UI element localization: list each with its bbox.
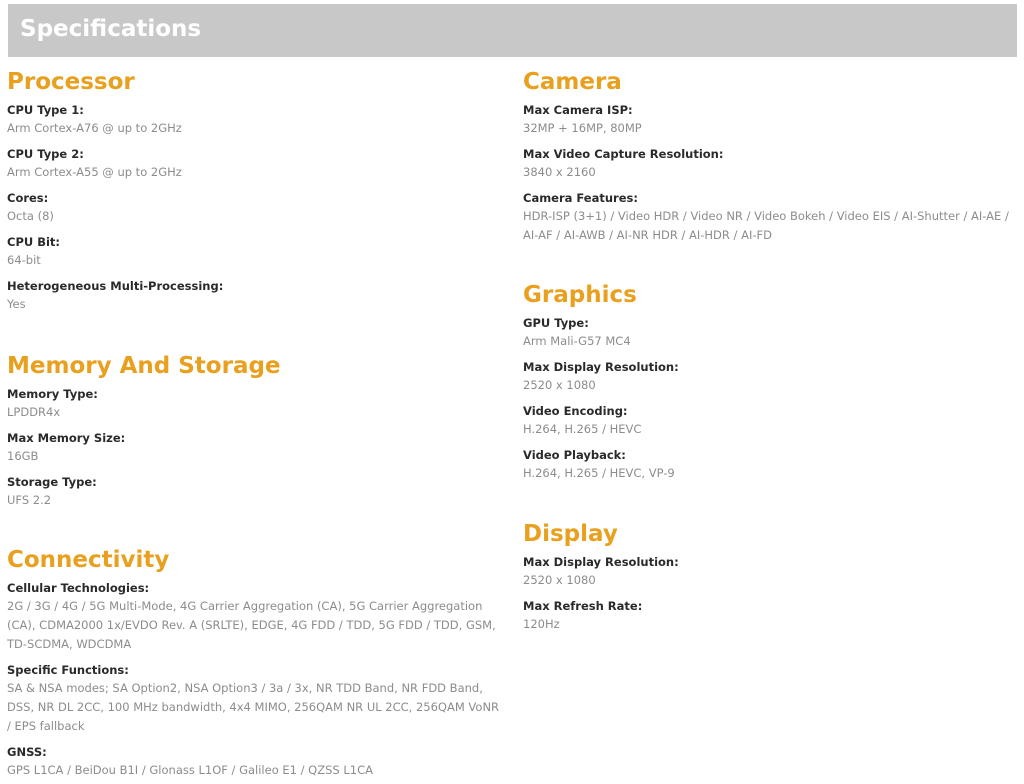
spec-item: Video Playback: H.264, H.265 / HEVC, VP-… — [523, 446, 1013, 483]
spec-value: Arm Cortex-A55 @ up to 2GHz — [7, 165, 182, 179]
spec-value: Yes — [7, 297, 26, 311]
processor-section: Processor CPU Type 1: Arm Cortex-A76 @ u… — [7, 67, 502, 314]
spec-label: Video Playback: — [523, 448, 626, 462]
spec-item: CPU Bit: 64-bit — [7, 233, 502, 270]
spec-label: Max Memory Size: — [7, 431, 126, 445]
spec-value: 2520 x 1080 — [523, 378, 596, 392]
spec-value: HDR-ISP (3+1) / Video HDR / Video NR / V… — [523, 209, 1009, 242]
spec-value: 64-bit — [7, 253, 41, 267]
spec-label: Memory Type: — [7, 387, 98, 401]
spec-label: Max Refresh Rate: — [523, 599, 643, 613]
section-title-processor: Processor — [7, 69, 135, 95]
spec-value: LPDDR4x — [7, 405, 61, 419]
spec-item: Max Camera ISP: 32MP + 16MP, 80MP — [523, 101, 1013, 138]
spec-label: Camera Features: — [523, 191, 638, 205]
spec-item: GPU Type: Arm Mali-G57 MC4 — [523, 314, 1013, 351]
spec-label: CPU Bit: — [7, 235, 61, 249]
spec-value: Arm Mali-G57 MC4 — [523, 334, 631, 348]
specifications-header-bar: Specifications — [8, 4, 1017, 57]
spec-item: Max Refresh Rate: 120Hz — [523, 597, 1013, 634]
spec-label: Max Video Capture Resolution: — [523, 147, 724, 161]
spec-item: GNSS: GPS L1CA / BeiDou B1I / Glonass L1… — [7, 743, 502, 780]
spec-value: Octa (8) — [7, 209, 54, 223]
spec-value: Arm Cortex-A76 @ up to 2GHz — [7, 121, 182, 135]
spec-value: 3840 x 2160 — [523, 165, 596, 179]
spec-label: Max Display Resolution: — [523, 360, 679, 374]
display-spec-list: Max Display Resolution: 2520 x 1080 Max … — [523, 553, 1013, 634]
spec-item: Cores: Octa (8) — [7, 189, 502, 226]
spec-value: 2520 x 1080 — [523, 573, 596, 587]
camera-section: Camera Max Camera ISP: 32MP + 16MP, 80MP… — [523, 67, 1013, 245]
section-title-display: Display — [523, 521, 618, 547]
memory-section: Memory And Storage Memory Type: LPDDR4x … — [7, 351, 502, 510]
spec-item: Storage Type: UFS 2.2 — [7, 473, 502, 510]
spec-item: Camera Features: HDR-ISP (3+1) / Video H… — [523, 189, 1013, 245]
spec-label: Max Display Resolution: — [523, 555, 679, 569]
connectivity-section: Connectivity Cellular Technologies: 2G /… — [7, 545, 502, 780]
spec-value: H.264, H.265 / HEVC — [523, 422, 642, 436]
spec-value: UFS 2.2 — [7, 493, 52, 507]
spec-item: Max Video Capture Resolution: 3840 x 216… — [523, 145, 1013, 182]
spec-item: CPU Type 2: Arm Cortex-A55 @ up to 2GHz — [7, 145, 502, 182]
spec-label: Specific Functions: — [7, 663, 129, 677]
spec-label: Storage Type: — [7, 475, 97, 489]
spec-label: CPU Type 1: — [7, 103, 84, 117]
spec-item: Max Memory Size: 16GB — [7, 429, 502, 466]
spec-item: Max Display Resolution: 2520 x 1080 — [523, 553, 1013, 590]
spec-item: Specific Functions: SA & NSA modes; SA O… — [7, 661, 502, 736]
spec-item: Max Display Resolution: 2520 x 1080 — [523, 358, 1013, 395]
spec-label: Cellular Technologies: — [7, 581, 150, 595]
spec-item: CPU Type 1: Arm Cortex-A76 @ up to 2GHz — [7, 101, 502, 138]
spec-value: 16GB — [7, 449, 39, 463]
section-title-graphics: Graphics — [523, 282, 637, 308]
spec-value: 32MP + 16MP, 80MP — [523, 121, 642, 135]
page-title: Specifications — [20, 16, 202, 42]
spec-item: Video Encoding: H.264, H.265 / HEVC — [523, 402, 1013, 439]
display-section: Display Max Display Resolution: 2520 x 1… — [523, 519, 1013, 634]
graphics-spec-list: GPU Type: Arm Mali-G57 MC4 Max Display R… — [523, 314, 1013, 483]
spec-label: GNSS: — [7, 745, 47, 759]
spec-item: Memory Type: LPDDR4x — [7, 385, 502, 422]
connectivity-spec-list: Cellular Technologies: 2G / 3G / 4G / 5G… — [7, 579, 502, 780]
spec-label: Cores: — [7, 191, 49, 205]
section-title-connectivity: Connectivity — [7, 547, 170, 573]
spec-item: Cellular Technologies: 2G / 3G / 4G / 5G… — [7, 579, 502, 654]
section-title-camera: Camera — [523, 69, 622, 95]
spec-item: Heterogeneous Multi-Processing: Yes — [7, 277, 502, 314]
spec-label: GPU Type: — [523, 316, 589, 330]
spec-value: SA & NSA modes; SA Option2, NSA Option3 … — [7, 681, 500, 733]
spec-label: CPU Type 2: — [7, 147, 84, 161]
spec-value: 2G / 3G / 4G / 5G Multi-Mode, 4G Carrier… — [7, 599, 496, 651]
memory-spec-list: Memory Type: LPDDR4x Max Memory Size: 16… — [7, 385, 502, 510]
spec-label: Video Encoding: — [523, 404, 628, 418]
graphics-section: Graphics GPU Type: Arm Mali-G57 MC4 Max … — [523, 280, 1013, 483]
spec-value: H.264, H.265 / HEVC, VP-9 — [523, 466, 675, 480]
spec-value: GPS L1CA / BeiDou B1I / Glonass L1OF / G… — [7, 763, 373, 777]
camera-spec-list: Max Camera ISP: 32MP + 16MP, 80MP Max Vi… — [523, 101, 1013, 245]
section-title-memory: Memory And Storage — [7, 353, 281, 379]
spec-label: Heterogeneous Multi-Processing: — [7, 279, 224, 293]
processor-spec-list: CPU Type 1: Arm Cortex-A76 @ up to 2GHz … — [7, 101, 502, 314]
spec-value: 120Hz — [523, 617, 560, 631]
spec-label: Max Camera ISP: — [523, 103, 633, 117]
